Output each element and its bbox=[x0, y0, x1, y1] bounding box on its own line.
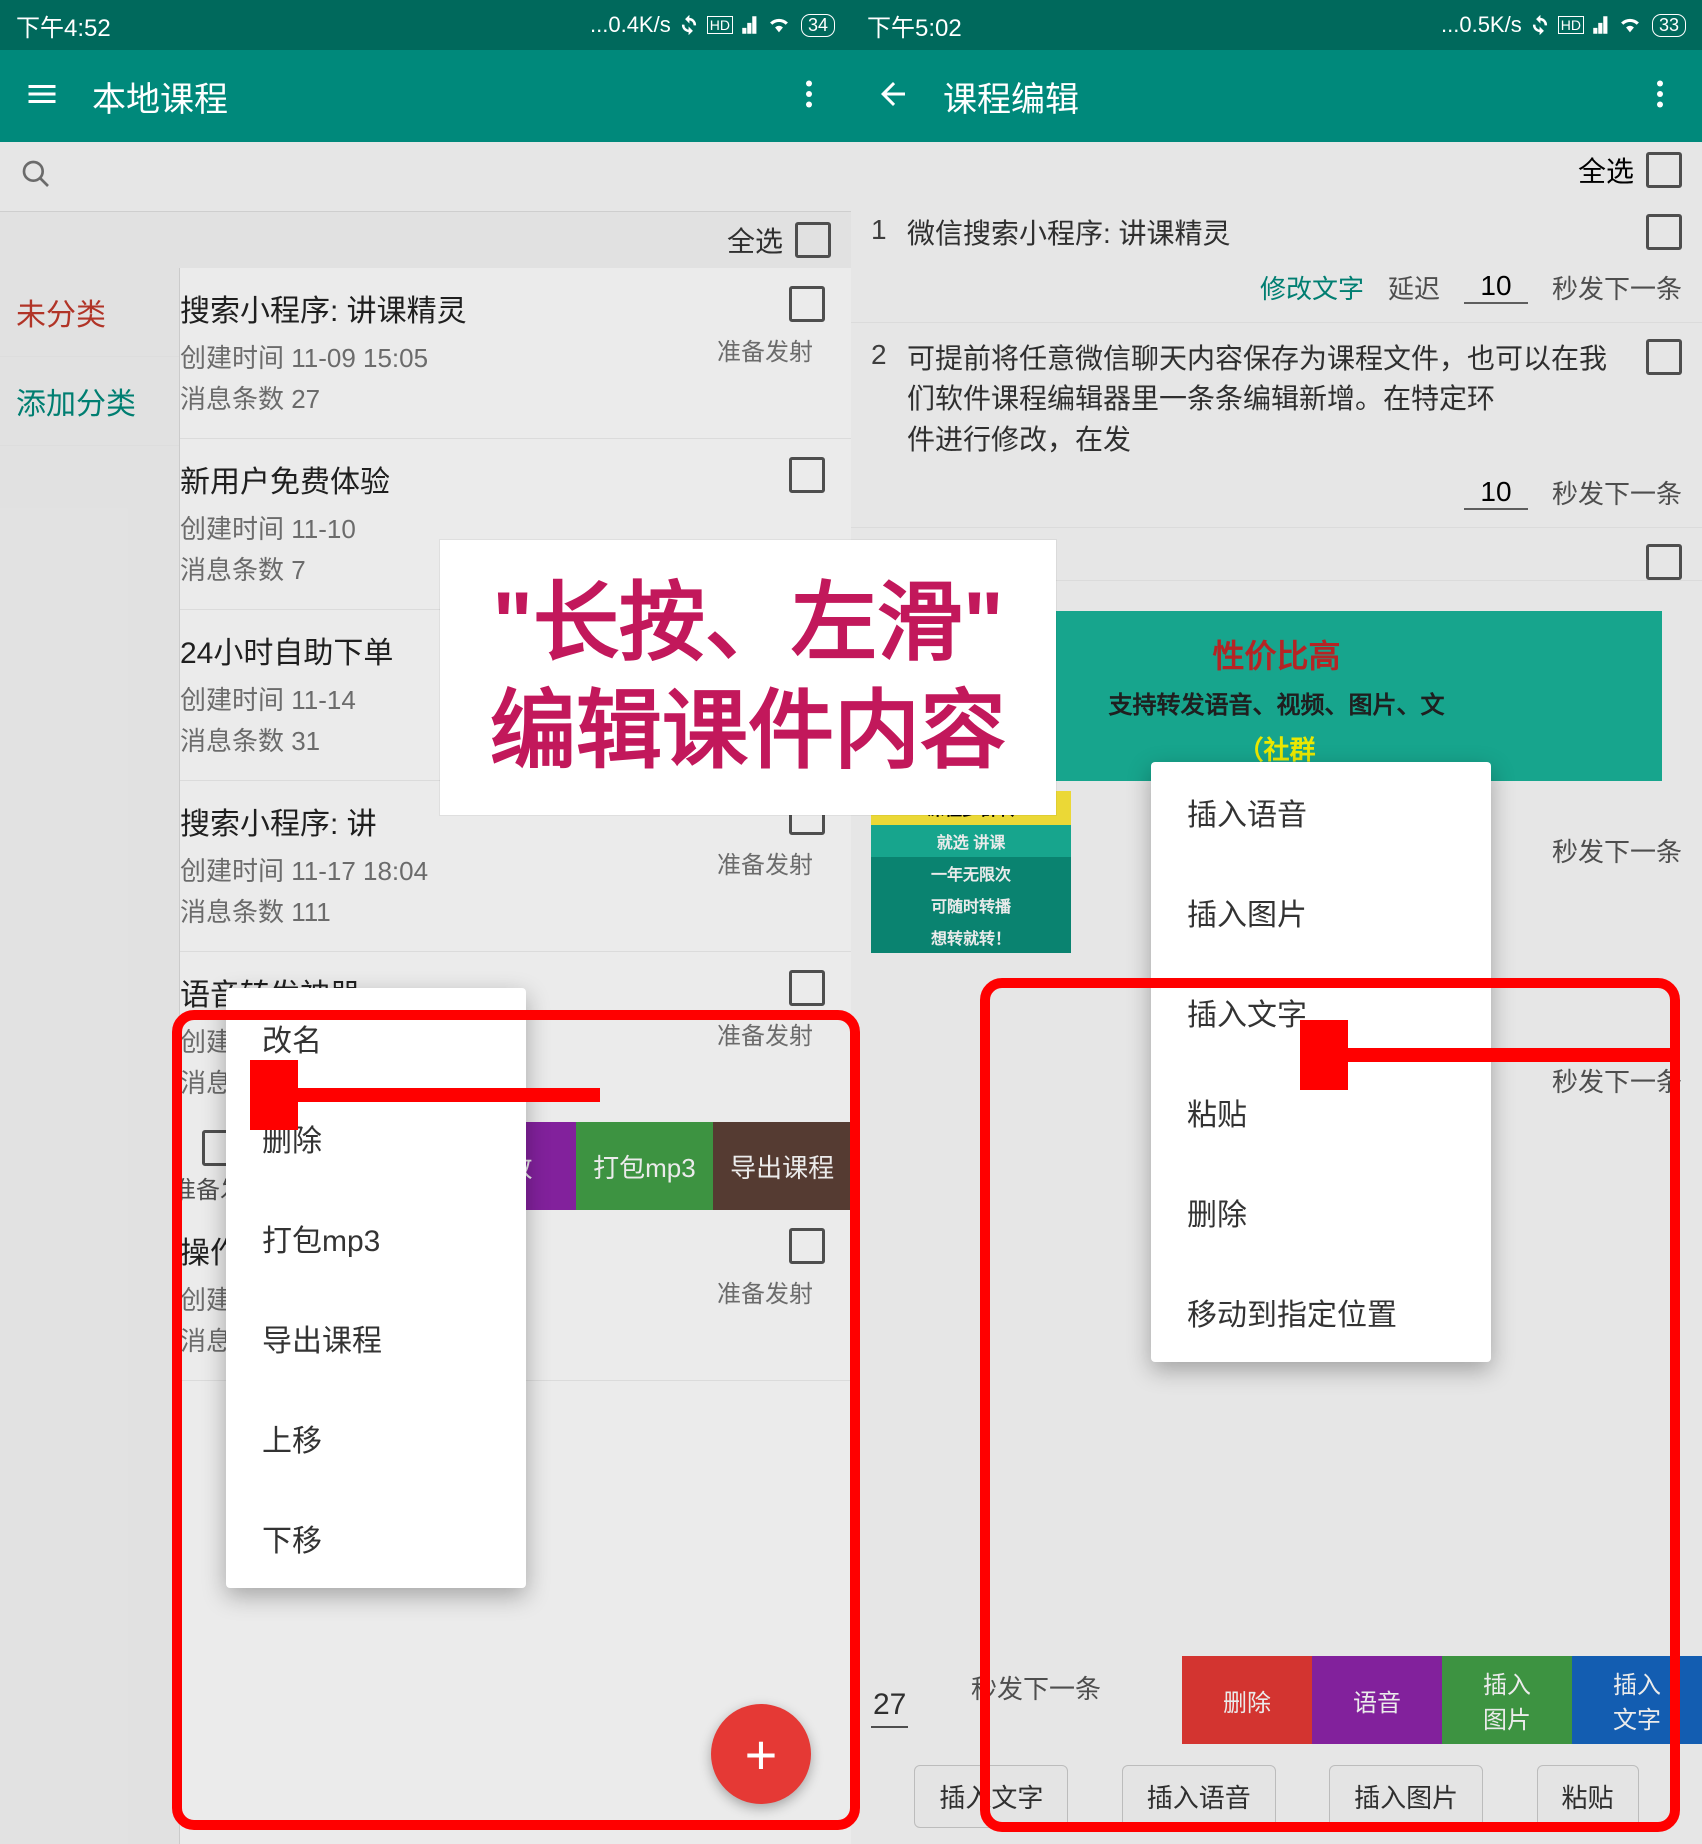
more-icon[interactable] bbox=[1642, 76, 1678, 117]
battery-level: 34 bbox=[801, 14, 835, 37]
swipe-insert-image[interactable]: 插入 图片 bbox=[1442, 1656, 1572, 1744]
hd-icon: HD bbox=[707, 16, 733, 34]
select-all-row: 全选 bbox=[851, 142, 1702, 198]
delay-label: 延迟 bbox=[1388, 269, 1440, 306]
item-checkbox[interactable] bbox=[789, 970, 825, 1006]
item-checkbox[interactable] bbox=[789, 457, 825, 493]
sync-icon bbox=[679, 15, 699, 35]
item-checkbox[interactable] bbox=[1646, 339, 1682, 375]
promo-side: 课程多群转 就选 讲课 一年无限次 可随时转播 想转就转！ bbox=[871, 791, 1071, 953]
menu-move-up[interactable]: 上移 bbox=[226, 1388, 526, 1488]
swipe-pack-mp3[interactable]: 打包mp3 bbox=[576, 1122, 714, 1210]
context-menu-left: 改名 删除 打包mp3 导出课程 上移 下移 bbox=[226, 988, 526, 1588]
more-icon[interactable] bbox=[791, 76, 827, 117]
ready-label[interactable]: 准备发射 bbox=[695, 1016, 835, 1051]
context-menu-right: 插入语音 插入图片 插入文字 粘贴 删除 移动到指定位置 bbox=[1151, 762, 1491, 1362]
app-title: 课程编辑 bbox=[943, 72, 1610, 121]
menu-insert-voice[interactable]: 插入语音 bbox=[1151, 762, 1491, 862]
item-checkbox[interactable] bbox=[1646, 214, 1682, 250]
menu-export[interactable]: 导出课程 bbox=[226, 1288, 526, 1388]
ready-label[interactable]: 准备发射 bbox=[695, 1274, 835, 1309]
status-net: ...0.4K/s bbox=[590, 12, 671, 38]
select-all-checkbox[interactable] bbox=[795, 222, 831, 258]
select-all-label: 全选 bbox=[727, 220, 783, 260]
statusbar-right: 下午5:02 ...0.5K/s HD 33 bbox=[851, 0, 1702, 50]
item-checkbox[interactable] bbox=[789, 286, 825, 322]
wifi-icon bbox=[1620, 15, 1640, 35]
statusbar-left: 下午4:52 ...0.4K/s HD 34 bbox=[0, 0, 851, 50]
wifi-icon bbox=[769, 15, 789, 35]
next-seconds-label: 秒发下一条 bbox=[1552, 1062, 1682, 1099]
next-seconds-label: 秒发下一条 bbox=[1552, 474, 1682, 511]
editor-item[interactable]: 1 微信搜索小程序: 讲课精灵 修改文字 延迟 秒发下一条 bbox=[851, 198, 1702, 323]
delay-input[interactable] bbox=[1464, 270, 1528, 304]
select-all-row: 全选 bbox=[0, 212, 851, 268]
swipe-export[interactable]: 导出课程 bbox=[713, 1122, 851, 1210]
status-time: 下午4:52 bbox=[16, 8, 590, 43]
back-icon[interactable] bbox=[875, 76, 911, 117]
menu-paste[interactable]: 粘贴 bbox=[1151, 1062, 1491, 1162]
item-checkbox[interactable] bbox=[1646, 544, 1682, 580]
list-item[interactable]: 搜索小程序: 讲课精灵 创建时间 11-09 15:05 消息条数 27 准备发… bbox=[180, 268, 851, 439]
sidebar-item-uncategorized[interactable]: 未分类 bbox=[0, 268, 179, 357]
item-checkbox[interactable] bbox=[789, 1228, 825, 1264]
quick-paste[interactable]: 粘贴 bbox=[1537, 1765, 1639, 1828]
quick-insert-voice[interactable]: 插入语音 bbox=[1122, 1765, 1276, 1828]
menu-delete[interactable]: 删除 bbox=[226, 1088, 526, 1188]
fab-add[interactable]: + bbox=[711, 1704, 811, 1804]
quick-insert-row: 插入文字 插入语音 插入图片 粘贴 bbox=[851, 1765, 1702, 1828]
editor-item[interactable]: 2 可提前将任意微信聊天内容保存为课程文件，也可以在我们软件课程编辑器里一条条编… bbox=[851, 323, 1702, 529]
bottom-swipe-actions: 删除 语音 插入 图片 插入 文字 bbox=[1182, 1656, 1702, 1744]
search-bar[interactable] bbox=[0, 142, 851, 212]
ready-label[interactable]: 准备发射 bbox=[695, 845, 835, 880]
appbar-right: 课程编辑 bbox=[851, 50, 1702, 142]
swipe-insert-text[interactable]: 插入 文字 bbox=[1572, 1656, 1702, 1744]
next-seconds-label: 秒发下一条 bbox=[971, 1669, 1101, 1706]
battery-level: 33 bbox=[1652, 14, 1686, 37]
phone-left: 下午4:52 ...0.4K/s HD 34 本地课程 bbox=[0, 0, 851, 1844]
menu-move-to[interactable]: 移动到指定位置 bbox=[1151, 1262, 1491, 1362]
signal-icon bbox=[1592, 15, 1612, 35]
next-seconds-label: 秒发下一条 bbox=[1552, 832, 1682, 869]
delay-input[interactable] bbox=[1464, 476, 1528, 510]
search-icon bbox=[20, 158, 52, 195]
swipe-delete[interactable]: 删除 bbox=[1182, 1656, 1312, 1744]
tutorial-overlay: "长按、左滑" 编辑课件内容 bbox=[440, 540, 1056, 815]
menu-icon[interactable] bbox=[24, 76, 60, 117]
swipe-voice[interactable]: 语音 bbox=[1312, 1656, 1442, 1744]
course-list: 搜索小程序: 讲课精灵 创建时间 11-09 15:05 消息条数 27 准备发… bbox=[180, 268, 851, 1844]
app-title: 本地课程 bbox=[92, 72, 759, 121]
phone-right: 下午5:02 ...0.5K/s HD 33 课程编辑 全选 bbox=[851, 0, 1702, 1844]
sidebar: 未分类 添加分类 bbox=[0, 268, 180, 1844]
sidebar-item-add-category[interactable]: 添加分类 bbox=[0, 357, 179, 446]
menu-insert-image[interactable]: 插入图片 bbox=[1151, 862, 1491, 962]
ready-label[interactable]: 准备发射 bbox=[695, 332, 835, 367]
quick-insert-image[interactable]: 插入图片 bbox=[1329, 1765, 1483, 1828]
number-27-input[interactable]: 27 bbox=[871, 1684, 908, 1728]
select-all-checkbox[interactable] bbox=[1646, 152, 1682, 188]
next-seconds-label: 秒发下一条 bbox=[1552, 269, 1682, 306]
signal-icon bbox=[741, 15, 761, 35]
status-time: 下午5:02 bbox=[867, 8, 1441, 43]
select-all-label: 全选 bbox=[1578, 150, 1634, 190]
status-net: ...0.5K/s bbox=[1441, 12, 1522, 38]
sync-icon bbox=[1530, 15, 1550, 35]
menu-rename[interactable]: 改名 bbox=[226, 988, 526, 1088]
menu-delete[interactable]: 删除 bbox=[1151, 1162, 1491, 1262]
menu-pack-mp3[interactable]: 打包mp3 bbox=[226, 1188, 526, 1288]
quick-insert-text[interactable]: 插入文字 bbox=[914, 1765, 1068, 1828]
menu-insert-text[interactable]: 插入文字 bbox=[1151, 962, 1491, 1062]
menu-move-down[interactable]: 下移 bbox=[226, 1488, 526, 1588]
hd-icon: HD bbox=[1558, 16, 1584, 34]
appbar-left: 本地课程 bbox=[0, 50, 851, 142]
edit-text-link[interactable]: 修改文字 bbox=[1260, 269, 1364, 306]
